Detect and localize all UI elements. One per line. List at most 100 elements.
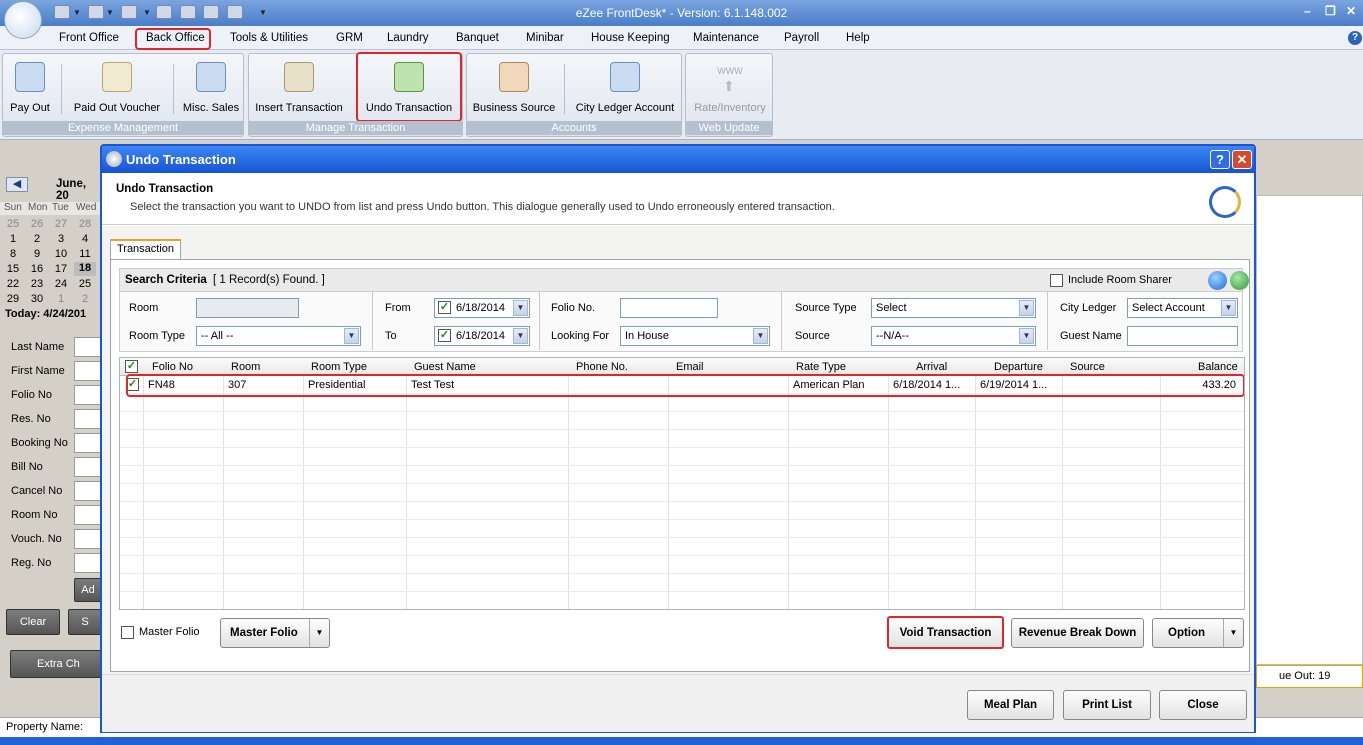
- room-type-select[interactable]: -- All -- ▼: [196, 326, 361, 346]
- undo-transaction-button[interactable]: Undo Transaction: [356, 52, 462, 122]
- guest-name-input[interactable]: [1127, 326, 1238, 346]
- calendar-day[interactable]: 25: [2, 218, 24, 230]
- ezee-logo-icon[interactable]: [4, 1, 42, 39]
- first-name-input[interactable]: [74, 361, 102, 381]
- menu-minibar[interactable]: Minibar: [526, 32, 564, 44]
- cancel-no-input[interactable]: [74, 481, 102, 501]
- from-date-checkbox[interactable]: ✓: [438, 301, 451, 314]
- booking-no-input[interactable]: [74, 433, 102, 453]
- search-icon[interactable]: [1208, 271, 1227, 290]
- calendar-day[interactable]: 8: [2, 248, 24, 260]
- source-select[interactable]: --N/A-- ▼: [871, 326, 1036, 346]
- paid-out-voucher-button[interactable]: Paid Out Voucher: [67, 54, 167, 120]
- misc-sales-button[interactable]: Misc. Sales: [179, 54, 243, 120]
- city-ledger-account-button[interactable]: City Ledger Account: [570, 54, 680, 120]
- master-folio-checkbox[interactable]: [121, 626, 134, 639]
- calendar-day[interactable]: 25: [74, 278, 96, 290]
- menu-maintenance[interactable]: Maintenance: [693, 32, 759, 44]
- calendar-day[interactable]: 4: [74, 233, 96, 245]
- looking-for-select[interactable]: In House ▼: [620, 326, 770, 346]
- dialog-close-icon[interactable]: ✕: [1232, 150, 1252, 169]
- menu-banquet[interactable]: Banquet: [456, 32, 499, 44]
- calendar-day[interactable]: 23: [26, 278, 48, 290]
- col-guest-name[interactable]: Guest Name: [414, 361, 476, 373]
- menu-back-office[interactable]: Back Office: [146, 32, 205, 44]
- select-all-checkbox[interactable]: ✓: [125, 360, 138, 373]
- col-folio-no[interactable]: Folio No: [152, 361, 193, 373]
- restore-icon[interactable]: ❐: [1325, 4, 1336, 18]
- col-email[interactable]: Email: [676, 361, 704, 373]
- calendar-day[interactable]: 27: [50, 218, 72, 230]
- calendar-day[interactable]: 1: [2, 233, 24, 245]
- chevron-down-icon[interactable]: ▼: [1223, 619, 1243, 647]
- minimize-icon[interactable]: –: [1304, 4, 1311, 18]
- refresh-icon[interactable]: [1230, 271, 1249, 290]
- menu-tools-utilities[interactable]: Tools & Utilities: [230, 32, 308, 44]
- calendar-day[interactable]: 2: [74, 293, 96, 305]
- calendar-day[interactable]: 15: [2, 263, 24, 275]
- menu-front-office[interactable]: Front Office: [59, 32, 119, 44]
- revenue-break-down-button[interactable]: Revenue Break Down: [1011, 618, 1144, 648]
- source-type-select[interactable]: Select ▼: [871, 298, 1036, 318]
- calendar-day[interactable]: 10: [50, 248, 72, 260]
- col-source[interactable]: Source: [1070, 361, 1105, 373]
- room-input[interactable]: [196, 298, 299, 318]
- master-folio-dropdown[interactable]: Master Folio ▼: [220, 618, 330, 648]
- to-date-checkbox[interactable]: ✓: [438, 329, 451, 342]
- today-label[interactable]: Today: 4/24/201: [5, 308, 86, 320]
- menu-laundry[interactable]: Laundry: [387, 32, 429, 44]
- to-date-picker[interactable]: ✓ 6/18/2014 ▼: [434, 326, 530, 346]
- search-button[interactable]: S: [68, 609, 102, 635]
- calendar-day[interactable]: 2: [26, 233, 48, 245]
- calendar-day[interactable]: 16: [26, 263, 48, 275]
- from-date-picker[interactable]: ✓ 6/18/2014 ▼: [434, 298, 530, 318]
- col-rate-type[interactable]: Rate Type: [796, 361, 846, 373]
- business-source-button[interactable]: Business Source: [469, 54, 559, 120]
- extra-charge-button[interactable]: Extra Ch: [10, 650, 102, 678]
- menu-payroll[interactable]: Payroll: [784, 32, 819, 44]
- res-no-input[interactable]: [74, 409, 102, 429]
- city-ledger-select[interactable]: Select Account ▼: [1127, 298, 1238, 318]
- col-departure[interactable]: Departure: [994, 361, 1043, 373]
- calendar-day[interactable]: 3: [50, 233, 72, 245]
- rate-inventory-button[interactable]: WWW ⬆ Rate/Inventory: [688, 54, 772, 120]
- help-icon[interactable]: ?: [1348, 31, 1362, 45]
- dialog-help-icon[interactable]: ?: [1210, 150, 1230, 169]
- menu-grm[interactable]: GRM: [336, 32, 363, 44]
- calendar-day[interactable]: 24: [50, 278, 72, 290]
- clear-button[interactable]: Clear: [6, 609, 60, 635]
- print-list-button[interactable]: Print List: [1063, 690, 1151, 720]
- col-balance[interactable]: Balance: [1198, 361, 1238, 373]
- tab-transaction[interactable]: Transaction: [110, 239, 181, 259]
- include-room-sharer-checkbox[interactable]: [1050, 274, 1063, 287]
- calendar-day-selected[interactable]: 18: [74, 262, 96, 276]
- meal-plan-button[interactable]: Meal Plan: [967, 690, 1054, 720]
- calendar-day[interactable]: 29: [2, 293, 24, 305]
- col-room[interactable]: Room: [231, 361, 260, 373]
- calendar-day[interactable]: 28: [74, 218, 96, 230]
- calendar-day[interactable]: 11: [74, 248, 96, 260]
- add-button[interactable]: Ad: [74, 578, 102, 602]
- calendar-day[interactable]: 22: [2, 278, 24, 290]
- calendar-day[interactable]: 9: [26, 248, 48, 260]
- col-room-type[interactable]: Room Type: [311, 361, 367, 373]
- bill-no-input[interactable]: [74, 457, 102, 477]
- menu-help[interactable]: Help: [846, 32, 870, 44]
- calendar-day[interactable]: 30: [26, 293, 48, 305]
- room-no-input[interactable]: [74, 505, 102, 525]
- insert-transaction-button[interactable]: Insert Transaction: [251, 54, 347, 120]
- close-window-icon[interactable]: ✕: [1346, 4, 1356, 18]
- calendar-day[interactable]: 17: [50, 263, 72, 275]
- folio-no-input[interactable]: [620, 298, 718, 318]
- folio-no-input[interactable]: [74, 385, 102, 405]
- col-arrival[interactable]: Arrival: [916, 361, 947, 373]
- reg-no-input[interactable]: [74, 553, 102, 573]
- col-phone-no[interactable]: Phone No.: [576, 361, 628, 373]
- void-transaction-button[interactable]: Void Transaction: [887, 616, 1004, 649]
- calendar-day[interactable]: 26: [26, 218, 48, 230]
- menu-house-keeping[interactable]: House Keeping: [591, 32, 670, 44]
- calendar-prev-button[interactable]: ◀: [6, 177, 28, 192]
- calendar-day[interactable]: 1: [50, 293, 72, 305]
- vouch-no-input[interactable]: [74, 529, 102, 549]
- option-button[interactable]: Option ▼: [1152, 618, 1244, 648]
